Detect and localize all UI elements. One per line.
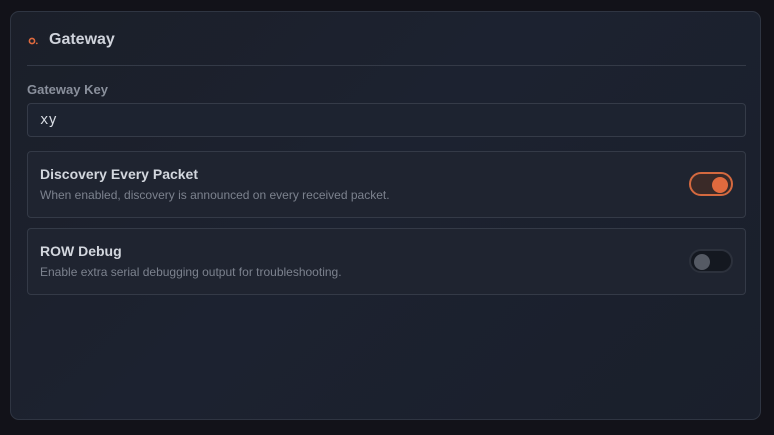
setting-description: Enable extra serial debugging output for… bbox=[40, 265, 342, 279]
setting-card-discovery: Discovery Every Packet When enabled, dis… bbox=[27, 151, 746, 218]
toggle-knob bbox=[694, 254, 710, 270]
setting-title: ROW Debug bbox=[40, 243, 122, 259]
gateway-key-label: Gateway Key bbox=[27, 82, 108, 97]
setting-description: When enabled, discovery is announced on … bbox=[40, 188, 390, 202]
header-divider bbox=[27, 65, 746, 66]
gateway-key-input[interactable] bbox=[27, 103, 746, 137]
panel-header: Gateway bbox=[27, 31, 115, 49]
setting-card-row-debug: ROW Debug Enable extra serial debugging … bbox=[27, 228, 746, 295]
discovery-every-packet-toggle[interactable] bbox=[689, 172, 733, 196]
toggle-knob bbox=[712, 177, 728, 193]
row-debug-toggle[interactable] bbox=[689, 249, 733, 273]
gateway-panel: Gateway Gateway Key Discovery Every Pack… bbox=[10, 11, 761, 420]
panel-title: Gateway bbox=[49, 31, 115, 48]
circle-dot-icon bbox=[27, 34, 40, 47]
setting-title: Discovery Every Packet bbox=[40, 166, 198, 182]
